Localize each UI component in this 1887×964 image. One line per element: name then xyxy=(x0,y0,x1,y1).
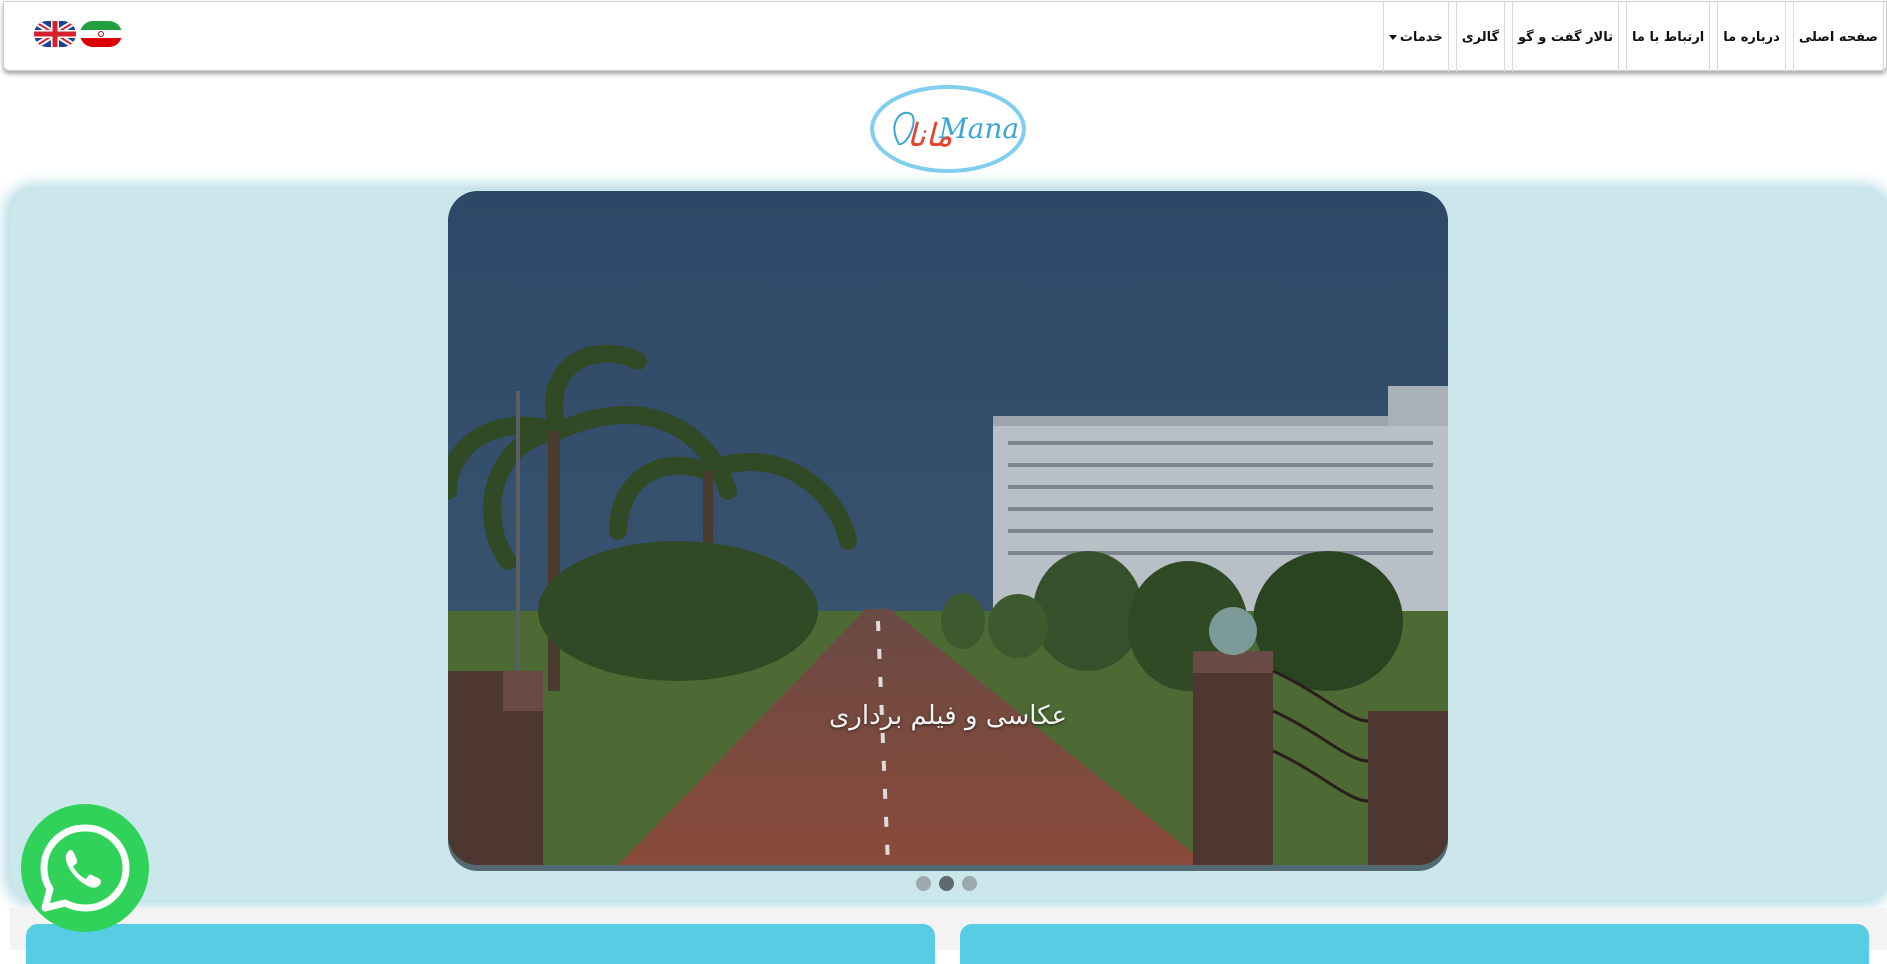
top-navbar: صفحه اصلی درباره ما ارتباط با ما تالار گ… xyxy=(3,1,1887,72)
whatsapp-button[interactable] xyxy=(21,804,149,932)
slider-dot-2[interactable] xyxy=(939,876,954,891)
slide-caption: عکاسی و فیلم برداری xyxy=(828,701,1068,731)
nav-gallery[interactable]: گالری xyxy=(1455,2,1506,72)
slide-image xyxy=(448,191,1448,865)
hero-slide[interactable]: عکاسی و فیلم برداری xyxy=(448,191,1448,865)
content-card-right[interactable] xyxy=(960,924,1869,964)
nav-services-label: خدمات xyxy=(1399,29,1443,45)
logo-latin-text: Mana xyxy=(938,112,1019,145)
nav-home-label: صفحه اصلی xyxy=(1798,29,1878,45)
english-flag-icon[interactable] xyxy=(34,21,76,47)
nav-about-label: درباره ما xyxy=(1723,29,1780,45)
nav-home[interactable]: صفحه اصلی xyxy=(1792,2,1884,72)
nav-about[interactable]: درباره ما xyxy=(1717,2,1786,72)
nav-forum[interactable]: تالار گفت و گو xyxy=(1512,2,1619,72)
language-switcher xyxy=(34,21,122,47)
site-logo[interactable]: مانا Mana xyxy=(869,84,1027,174)
nav-services-dropdown[interactable]: خدمات xyxy=(1382,2,1449,72)
whatsapp-icon xyxy=(40,824,130,912)
content-card-left[interactable] xyxy=(26,924,935,964)
nav-contact[interactable]: ارتباط با ما xyxy=(1626,2,1711,72)
nav-gallery-label: گالری xyxy=(1461,29,1500,45)
caret-down-icon xyxy=(1388,34,1397,40)
nav-forum-label: تالار گفت و گو xyxy=(1518,29,1613,45)
slider-dot-1[interactable] xyxy=(916,876,931,891)
slider-pagination xyxy=(916,876,977,891)
slider-dot-3[interactable] xyxy=(962,876,977,891)
nav-contact-label: ارتباط با ما xyxy=(1632,29,1705,45)
iran-flag-icon[interactable] xyxy=(80,21,122,47)
main-menu: صفحه اصلی درباره ما ارتباط با ما تالار گ… xyxy=(1376,2,1884,72)
